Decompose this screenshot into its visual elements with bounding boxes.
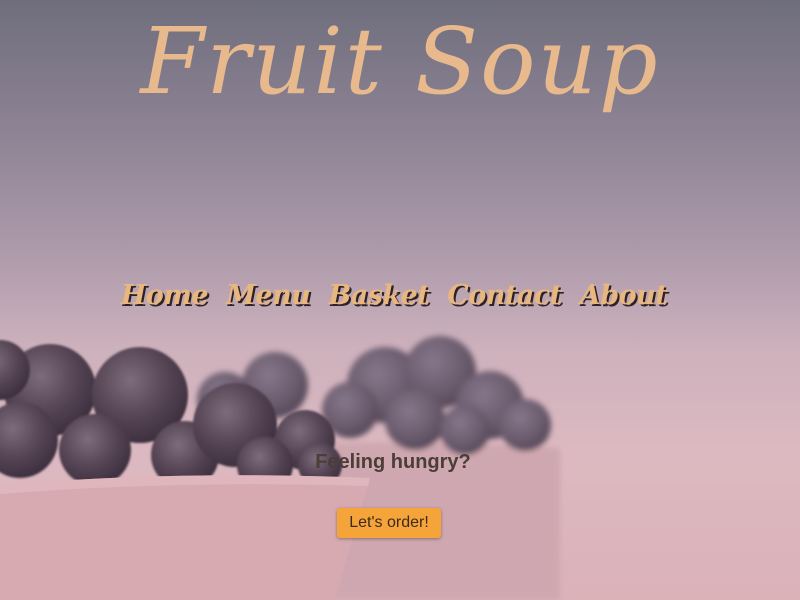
nav-item-about[interactable]: About xyxy=(580,280,668,311)
nav-item-contact[interactable]: Contact xyxy=(447,280,562,311)
nav-item-menu[interactable]: Menu xyxy=(226,280,311,311)
nav-item-home[interactable]: Home xyxy=(121,280,209,311)
hero-tagline: Feeling hungry? xyxy=(315,451,471,473)
page: Fruit Soup Home Menu Basket Contact Abou… xyxy=(0,0,800,600)
site-title: Fruit Soup xyxy=(140,8,660,115)
order-button[interactable]: Let's order! xyxy=(337,508,441,538)
main-nav: Home Menu Basket Contact About xyxy=(0,280,800,311)
nav-item-basket[interactable]: Basket xyxy=(328,280,429,311)
